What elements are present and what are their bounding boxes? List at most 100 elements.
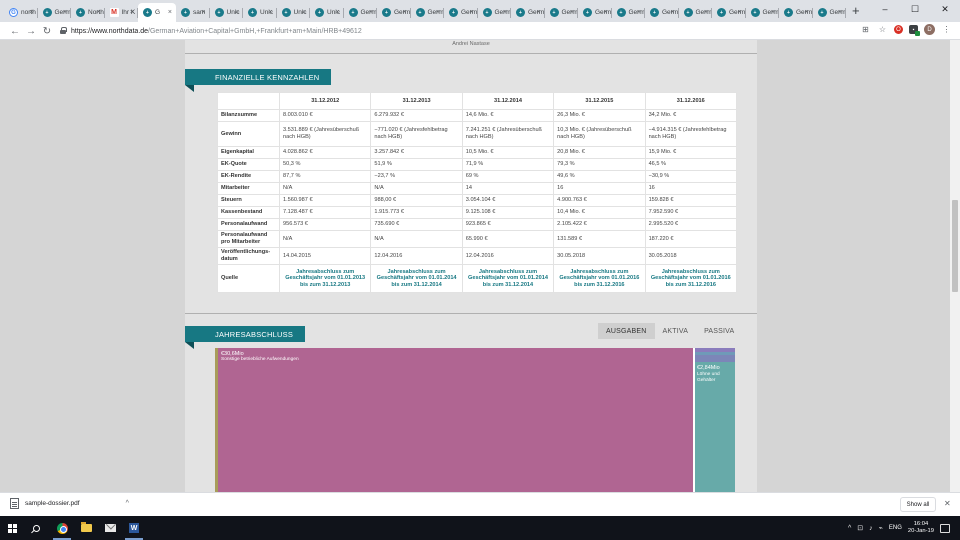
- search-button[interactable]: [24, 516, 48, 540]
- tab-close-icon[interactable]: ×: [63, 9, 67, 16]
- lock-icon: [60, 27, 67, 34]
- row-label: Quelle: [217, 264, 280, 293]
- clock[interactable]: 16:04 20-Jan-19: [908, 521, 934, 535]
- source-link[interactable]: Jahresabschluss zum Geschäftsjahr vom 01…: [644, 264, 738, 293]
- tab-close-icon[interactable]: ×: [335, 9, 339, 16]
- taskbar-chrome[interactable]: [50, 516, 74, 540]
- tab-close-icon[interactable]: ×: [838, 9, 842, 16]
- treemap-label: Löhne und Gehälter: [697, 372, 720, 383]
- tab-close-icon[interactable]: ×: [369, 9, 373, 16]
- browser-tab[interactable]: + Germ ×: [377, 3, 411, 22]
- tab-close-icon[interactable]: ×: [804, 9, 808, 16]
- tab-close-icon[interactable]: ×: [704, 9, 708, 16]
- close-shelf-button[interactable]: ✕: [944, 499, 951, 508]
- chevron-up-icon[interactable]: ^: [126, 500, 129, 507]
- forward-button[interactable]: →: [24, 24, 38, 38]
- taskbar-file-explorer[interactable]: [74, 516, 98, 540]
- tab-close-icon[interactable]: ×: [536, 9, 540, 16]
- browser-tab[interactable]: + Germ ×: [511, 3, 545, 22]
- browser-tab[interactable]: + Unic ×: [243, 3, 277, 22]
- tab-close-icon[interactable]: ×: [670, 9, 674, 16]
- browser-tab[interactable]: + sam ×: [176, 3, 210, 22]
- browser-tab[interactable]: + Germ ×: [578, 3, 612, 22]
- browser-tab[interactable]: + Germ ×: [779, 3, 813, 22]
- table-header-year: 31.12.2013: [370, 92, 463, 110]
- tab-close-icon[interactable]: ×: [469, 9, 473, 16]
- notification-center-icon[interactable]: [940, 523, 950, 533]
- browser-tab[interactable]: + Germ ×: [411, 3, 445, 22]
- reload-button[interactable]: ↻: [40, 24, 54, 38]
- taskbar-mail[interactable]: [98, 516, 122, 540]
- taskbar-word[interactable]: W: [122, 516, 146, 540]
- scrollbar-thumb[interactable]: [952, 200, 958, 292]
- extension-icon[interactable]: ▪: [909, 25, 920, 36]
- tab-passiva[interactable]: PASSIVA: [696, 323, 742, 339]
- tab-close-icon[interactable]: ×: [96, 9, 100, 16]
- browser-tab[interactable]: Gnorth ×: [4, 3, 38, 22]
- new-tab-button[interactable]: +: [852, 4, 860, 17]
- tab-close-icon[interactable]: ×: [503, 9, 507, 16]
- browser-tab[interactable]: + Germ ×: [746, 3, 780, 22]
- tab-close-icon[interactable]: ×: [737, 9, 741, 16]
- battery-icon[interactable]: ⌁: [879, 524, 883, 532]
- browser-tab[interactable]: + Unic ×: [210, 3, 244, 22]
- tab-close-icon[interactable]: ×: [570, 9, 574, 16]
- show-all-button[interactable]: Show all: [900, 497, 936, 512]
- browser-tab[interactable]: + Germ ×: [712, 3, 746, 22]
- tab-ausgaben[interactable]: AUSGABEN: [598, 323, 655, 339]
- bookmark-star-icon[interactable]: ☆: [877, 24, 888, 35]
- tab-close-icon[interactable]: ×: [235, 9, 239, 16]
- menu-icon[interactable]: ⋮: [941, 24, 952, 35]
- treemap-cell-sonstige-aufwendungen[interactable]: €30,6Mio Sonstige betriebliche Aufwendun…: [215, 348, 693, 492]
- profile-avatar[interactable]: D: [924, 24, 935, 35]
- tab-close-icon[interactable]: ×: [130, 9, 134, 16]
- close-window-button[interactable]: ✕: [930, 0, 960, 18]
- treemap-cell-small[interactable]: [695, 355, 735, 362]
- browser-tab[interactable]: + Germ ×: [344, 3, 378, 22]
- page-scrollbar[interactable]: [950, 40, 960, 492]
- download-item[interactable]: sample-dossier.pdf ^: [10, 498, 129, 509]
- tab-close-icon[interactable]: ×: [29, 9, 33, 16]
- source-link[interactable]: Jahresabschluss zum Geschäftsjahr vom 01…: [553, 264, 646, 293]
- browser-tab[interactable]: + Germ ×: [813, 3, 847, 22]
- tab-close-icon[interactable]: ×: [637, 9, 641, 16]
- browser-tab[interactable]: + Germ ×: [645, 3, 679, 22]
- tab-close-icon[interactable]: ×: [436, 9, 440, 16]
- source-link[interactable]: Jahresabschluss zum Geschäftsjahr vom 01…: [278, 264, 372, 293]
- tray-overflow-icon[interactable]: ^: [848, 525, 851, 532]
- address-bar[interactable]: https://www.northdata.de/German+Aviation…: [60, 24, 840, 38]
- tab-close-icon[interactable]: ×: [268, 9, 272, 16]
- input-language[interactable]: ENG: [889, 525, 902, 531]
- browser-tab[interactable]: + Germ ×: [38, 3, 72, 22]
- browser-tab[interactable]: + North ×: [71, 3, 105, 22]
- maximize-button[interactable]: ☐: [900, 0, 930, 18]
- table-cell: 4.900.763 €: [553, 194, 646, 207]
- table-cell: 10,3 Mio. € (Jahresüberschuß nach HGB): [553, 121, 646, 147]
- opera-extension-icon[interactable]: O: [894, 25, 903, 34]
- browser-tab[interactable]: + Germ ×: [545, 3, 579, 22]
- browser-tab[interactable]: + Unic ×: [310, 3, 344, 22]
- tab-close-icon[interactable]: ×: [603, 9, 607, 16]
- browser-tab[interactable]: + Germ ×: [679, 3, 713, 22]
- back-button[interactable]: ←: [8, 24, 22, 38]
- start-button[interactable]: [0, 516, 24, 540]
- source-link[interactable]: Jahresabschluss zum Geschäftsjahr vom 01…: [461, 264, 555, 293]
- browser-tab[interactable]: + Germ ×: [478, 3, 512, 22]
- translate-icon[interactable]: ⊞: [860, 24, 871, 35]
- tab-close-icon[interactable]: ×: [201, 9, 205, 16]
- browser-tab[interactable]: + Germ ×: [612, 3, 646, 22]
- minimize-button[interactable]: –: [870, 0, 900, 18]
- tab-close-icon[interactable]: ×: [771, 9, 775, 16]
- source-link[interactable]: Jahresabschluss zum Geschäftsjahr vom 01…: [370, 264, 463, 293]
- browser-tab[interactable]: M Ihr K ×: [105, 3, 139, 22]
- tab-close-icon[interactable]: ×: [168, 9, 172, 16]
- tab-close-icon[interactable]: ×: [302, 9, 306, 16]
- volume-icon[interactable]: ♪: [869, 525, 873, 532]
- network-icon[interactable]: ⊡: [857, 524, 863, 532]
- browser-tab[interactable]: + Germ ×: [444, 3, 478, 22]
- browser-tab[interactable]: + Unic ×: [277, 3, 311, 22]
- browser-tab[interactable]: + G ×: [138, 3, 176, 22]
- tab-aktiva[interactable]: AKTIVA: [655, 323, 697, 339]
- treemap-cell-loehne-gehaelter[interactable]: €2,84Mio Löhne und Gehälter: [695, 362, 735, 492]
- tab-close-icon[interactable]: ×: [402, 9, 406, 16]
